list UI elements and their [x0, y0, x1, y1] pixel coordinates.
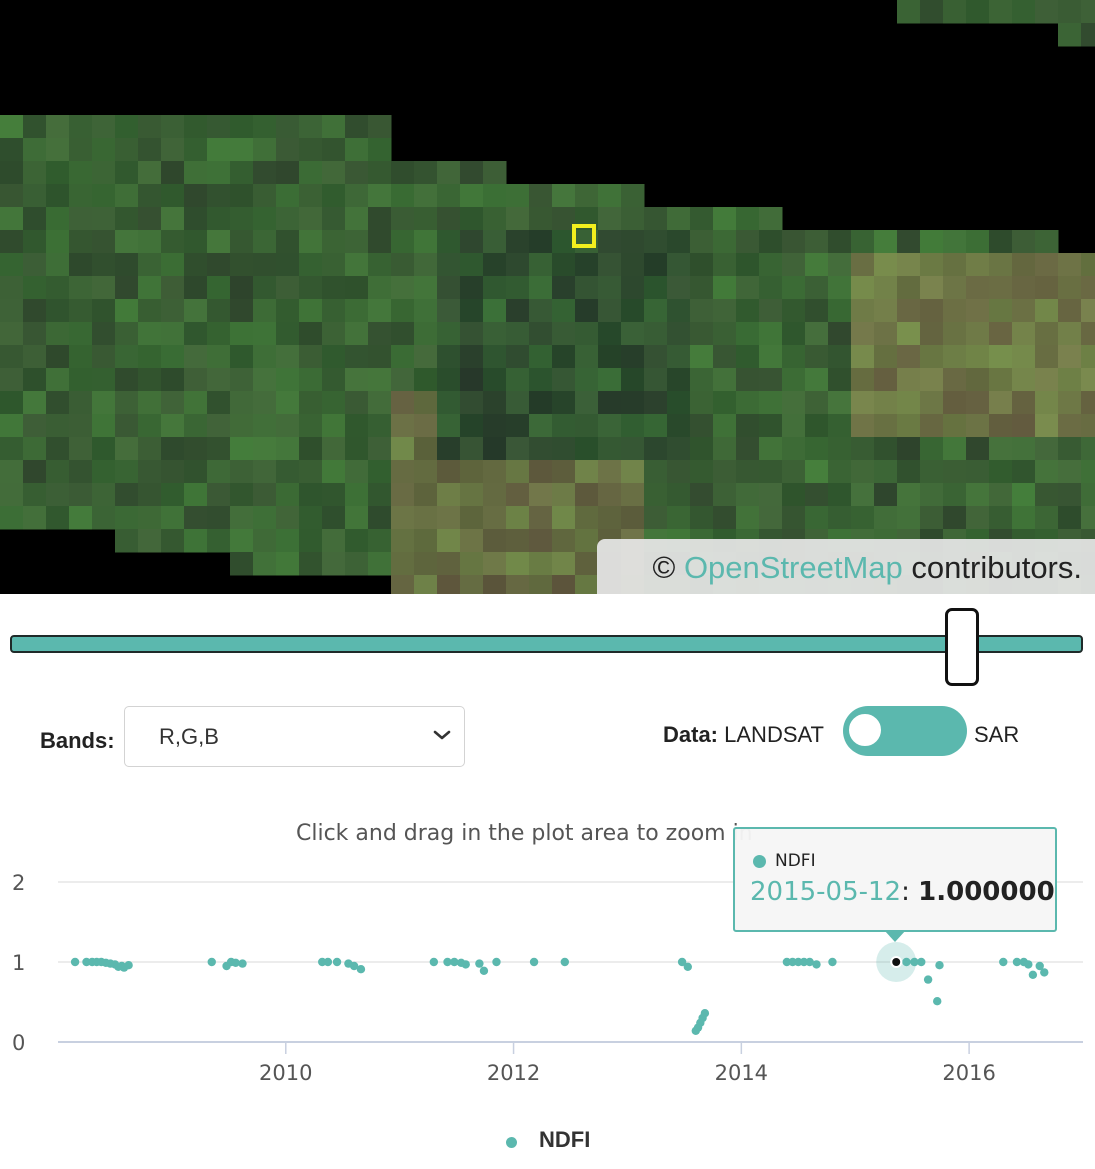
sar-option[interactable]: SAR	[974, 722, 1019, 748]
tooltip-value: 1.000000	[918, 877, 1055, 907]
ndfi-point-12	[207, 957, 216, 967]
legend-ndfi-label[interactable]: NDFI	[539, 1127, 590, 1153]
tooltip-series-name: NDFI	[775, 851, 816, 871]
attribution-suffix: contributors.	[911, 550, 1082, 585]
tooltip-arrow	[884, 930, 906, 942]
ndfi-point-19	[332, 957, 342, 967]
ndfi-point-52	[933, 997, 942, 1006]
tooltip-series-dot	[753, 855, 766, 868]
x-tick-label-2014: 2014	[715, 1061, 768, 1085]
ndfi-point-57	[1024, 960, 1033, 969]
hovered-point	[890, 956, 903, 968]
ndfi-point-27	[461, 960, 470, 969]
ndfi-point-18	[323, 957, 333, 967]
ndfi-point-34	[683, 962, 693, 971]
ndfi-point-32	[560, 957, 570, 967]
x-tick-label-2012: 2012	[487, 1061, 540, 1085]
tooltip-date: 2015-05-12	[750, 877, 902, 907]
ndfi-point-46	[828, 957, 837, 967]
legend-ndfi-dot	[506, 1137, 517, 1148]
chart-tooltip: NDFI 2015-05-12: 1.000000	[733, 827, 1057, 932]
y-tick-label-0: 0	[12, 1031, 25, 1055]
toggle-knob[interactable]	[847, 712, 883, 748]
landsat-option[interactable]: LANDSAT	[724, 722, 824, 747]
ndfi-point-48	[902, 957, 911, 967]
bands-selected-value: R,G,B	[159, 724, 219, 749]
map-attribution: © OpenStreetMap contributors.	[597, 539, 1095, 594]
bands-select[interactable]: R,G,B	[124, 706, 465, 767]
ndfi-point-29	[479, 966, 489, 975]
chart-zoom-hint: Click and drag in the plot area to zoom …	[296, 821, 753, 846]
ndfi-point-30	[492, 957, 501, 967]
selected-pixel-marker	[572, 224, 596, 248]
ndfi-point-54	[999, 957, 1008, 967]
ndfi-point-58	[1028, 970, 1038, 979]
ndfi-point-45	[812, 960, 821, 969]
ndfi-point-60	[1040, 968, 1049, 977]
data-source-toggle[interactable]	[843, 706, 967, 756]
openstreetmap-link[interactable]: OpenStreetMap	[684, 550, 903, 585]
ndfi-point-39	[700, 1009, 710, 1018]
y-tick-label-1: 1	[12, 951, 25, 975]
copyright-symbol: ©	[652, 550, 676, 585]
satellite-map[interactable]: © OpenStreetMap contributors.	[0, 0, 1095, 594]
data-source-label: Data: LANDSAT	[663, 722, 824, 748]
y-tick-label-2: 2	[12, 871, 25, 895]
x-tick-label-2010: 2010	[259, 1061, 312, 1085]
ndfi-point-51	[923, 975, 933, 984]
x-tick-label-2016: 2016	[942, 1061, 995, 1085]
data-label-key: Data:	[663, 722, 719, 747]
ndfi-point-23	[429, 957, 439, 967]
ndfi-point-0	[70, 957, 80, 967]
ndfi-point-11	[124, 961, 133, 970]
bands-label: Bands:	[40, 728, 115, 753]
time-slider-track[interactable]	[10, 635, 1083, 653]
ndfi-point-53	[935, 961, 944, 970]
ndfi-point-28	[475, 959, 484, 968]
ndfi-point-31	[529, 957, 539, 967]
chevron-down-icon	[433, 730, 451, 740]
ndfi-point-50	[917, 957, 926, 967]
time-slider-thumb[interactable]	[945, 608, 979, 686]
ndfi-point-22	[356, 965, 366, 974]
satellite-imagery	[0, 0, 1095, 594]
ndfi-point-16	[238, 959, 247, 968]
